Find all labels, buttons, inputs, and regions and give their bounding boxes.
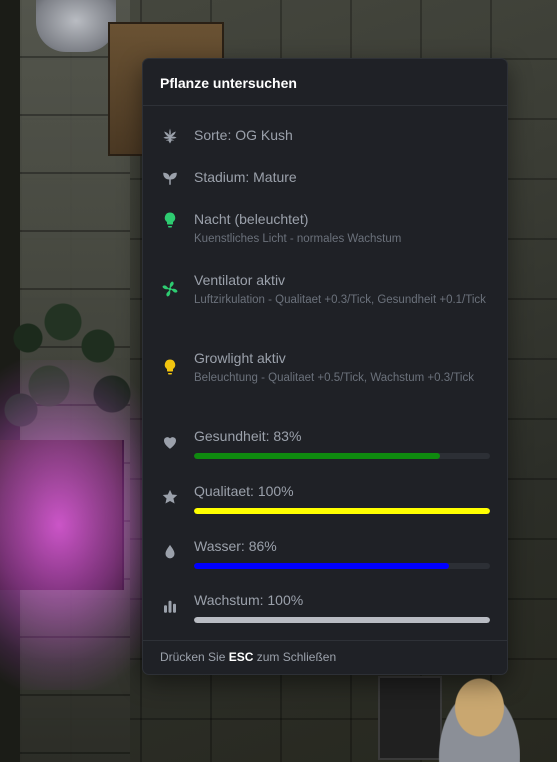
- ventilator-label: Ventilator aktiv: [194, 272, 286, 288]
- health-label: Gesundheit: 83%: [194, 428, 302, 444]
- water-drop-icon: [160, 542, 180, 562]
- stadium-label: Stadium: Mature: [194, 169, 297, 185]
- water-label: Wasser: 86%: [194, 538, 277, 554]
- sorte-label: Sorte: OG Kush: [194, 127, 293, 143]
- info-row-ventilator: Ventilator aktiv Luftzirkulation - Quali…: [160, 271, 490, 308]
- panel-title: Pflanze untersuchen: [160, 75, 297, 91]
- growlight-label: Growlight aktiv: [194, 350, 286, 366]
- stat-row-health: Gesundheit: 83%: [160, 427, 490, 459]
- growth-bar: [194, 617, 490, 623]
- info-row-nacht: Nacht (beleuchtet) Kuenstliches Licht - …: [160, 210, 490, 247]
- water-bar: [194, 563, 490, 569]
- bar-chart-icon: [160, 596, 180, 616]
- stat-row-quality: Qualitaet: 100%: [160, 482, 490, 514]
- footer-prefix: Drücken Sie: [160, 650, 226, 664]
- footer-suffix: zum Schließen: [256, 650, 337, 664]
- star-icon: [160, 487, 180, 507]
- player-character: [430, 676, 520, 762]
- cannabis-leaf-icon: [160, 126, 180, 146]
- heart-icon: [160, 432, 180, 452]
- health-bar: [194, 453, 490, 459]
- quality-label: Qualitaet: 100%: [194, 483, 294, 499]
- quality-bar-fill: [194, 508, 490, 514]
- quality-bar: [194, 508, 490, 514]
- info-row-growlight: Growlight aktiv Beleuchtung - Qualitaet …: [160, 349, 490, 386]
- esc-key-hint: ESC: [228, 650, 254, 664]
- growth-label: Wachstum: 100%: [194, 592, 304, 608]
- water-bar-fill: [194, 563, 449, 569]
- lightbulb-icon: [160, 357, 180, 377]
- sack: [36, 0, 116, 52]
- panel-footer-hint: Drücken Sie ESC zum Schließen: [143, 640, 507, 674]
- fan-icon: [160, 279, 180, 299]
- stat-row-water: Wasser: 86%: [160, 537, 490, 569]
- info-row-sorte: Sorte: OG Kush: [160, 126, 490, 146]
- nacht-description: Kuenstliches Licht - normales Wachstum: [194, 233, 402, 245]
- health-bar-fill: [194, 453, 440, 459]
- panel-header: Pflanze untersuchen: [143, 59, 507, 106]
- seedling-icon: [160, 168, 180, 188]
- info-row-stadium: Stadium: Mature: [160, 168, 490, 188]
- growth-bar-fill: [194, 617, 490, 623]
- stat-row-growth: Wachstum: 100%: [160, 591, 490, 623]
- ventilator-description: Luftzirkulation - Qualitaet +0.3/Tick, G…: [194, 294, 486, 306]
- lightbulb-icon: [160, 210, 180, 230]
- nacht-label: Nacht (beleuchtet): [194, 211, 309, 227]
- growlight-description: Beleuchtung - Qualitaet +0.5/Tick, Wachs…: [194, 372, 474, 384]
- plant-inspect-panel: Pflanze untersuchen Sorte: OG Kush Stadi…: [142, 58, 508, 675]
